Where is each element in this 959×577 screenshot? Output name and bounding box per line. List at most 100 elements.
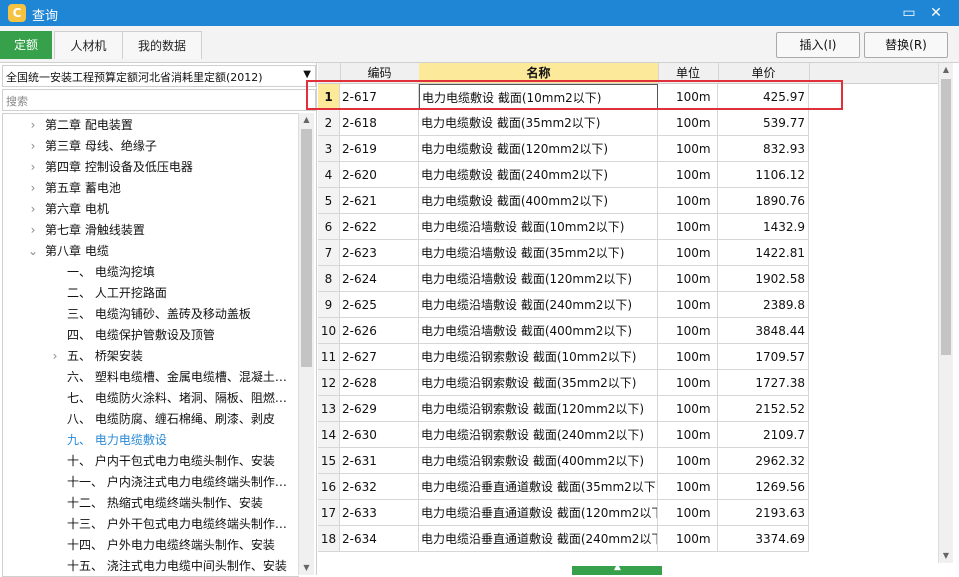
row-price: 1890.76 (718, 188, 809, 214)
tree-item[interactable]: 十五、 浇注式电力电缆中间头制作、安装 (3, 556, 297, 576)
row-index: 17 (318, 500, 340, 526)
row-index: 14 (318, 422, 340, 448)
tree-item[interactable]: › 第七章 滑触线装置 (3, 220, 297, 241)
row-index: 15 (318, 448, 340, 474)
tab-my-data[interactable]: 我的数据 (122, 31, 202, 59)
tree-item[interactable]: 九、 电力电缆敷设 (3, 430, 297, 451)
scroll-down-icon[interactable]: ▼ (299, 561, 314, 575)
table-row[interactable]: 12 2-628 电力电缆沿钢索敷设 截面(35mm2以下) 100m 1727.38 (318, 370, 809, 396)
tab-quota[interactable]: 定额 (0, 31, 52, 59)
row-code: 2-620 (340, 162, 419, 188)
table-row[interactable]: 3 2-619 电力电缆敷设 截面(120mm2以下) 100m 832.93 (318, 136, 809, 162)
chevron-right-icon[interactable]: › (27, 157, 39, 178)
table-row[interactable]: 8 2-624 电力电缆沿墙敷设 截面(120mm2以下) 100m 1902.58 (318, 266, 809, 292)
chevron-right-icon[interactable]: › (27, 178, 39, 199)
tree-item[interactable]: › 第六章 电机 (3, 199, 297, 220)
tree-item[interactable]: 七、 电缆防火涂料、堵洞、隔板、阻燃… (3, 388, 297, 409)
row-index: 3 (318, 136, 340, 162)
row-name: 电力电缆敷设 截面(35mm2以下) (419, 110, 658, 136)
row-name: 电力电缆沿墙敷设 截面(10mm2以下) (419, 214, 658, 240)
row-unit: 100m (658, 110, 718, 136)
chapter-tree: › 第二章 配电装置 › 第三章 母线、绝缘子 › 第四章 控制设备及低压电器 › 第五章 蓄… (2, 113, 299, 577)
chevron-right-icon[interactable]: › (27, 115, 39, 136)
row-unit: 100m (658, 370, 718, 396)
table-scrollbar[interactable]: ▲ ▼ (938, 63, 953, 563)
scroll-up-icon[interactable]: ▲ (299, 113, 314, 127)
table-row[interactable]: 13 2-629 电力电缆沿钢索敷设 截面(120mm2以下) 100m 2152.52 (318, 396, 809, 422)
tree-scrollbar[interactable]: ▲ ▼ (298, 113, 314, 575)
tree-item[interactable]: 六、 塑料电缆槽、金属电缆槽、混凝土… (3, 367, 297, 388)
bottom-toggle-handle[interactable]: ▲ (572, 562, 662, 575)
tree-scroll-thumb[interactable] (301, 129, 312, 367)
tree-item[interactable]: 十四、 户外电力电缆终端头制作、安装 (3, 535, 297, 556)
chevron-up-icon[interactable]: ▲ (614, 562, 621, 572)
tree-item-label: 十二、 热缩式电缆终端头制作、安装 (67, 496, 263, 510)
row-unit: 100m (658, 266, 718, 292)
row-index: 4 (318, 162, 340, 188)
insert-button[interactable]: 插入(I) (776, 32, 860, 58)
row-unit: 100m (658, 500, 718, 526)
tree-item[interactable]: 八、 电缆防腐、缠石棉绳、刷漆、剥皮 (3, 409, 297, 430)
row-code: 2-628 (340, 370, 419, 396)
tree-item[interactable]: 四、 电缆保护管敷设及顶管 (3, 325, 297, 346)
tree-item[interactable]: 三、 电缆沟铺砂、盖砖及移动盖板 (3, 304, 297, 325)
row-name: 电力电缆沿钢索敷设 截面(240mm2以下) (419, 422, 658, 448)
table-row[interactable]: 5 2-621 电力电缆敷设 截面(400mm2以下) 100m 1890.76 (318, 188, 809, 214)
table-row[interactable]: 14 2-630 电力电缆沿钢索敷设 截面(240mm2以下) 100m 2109.7 (318, 422, 809, 448)
tree-item[interactable]: › 第四章 控制设备及低压电器 (3, 157, 297, 178)
table-row[interactable]: 7 2-623 电力电缆沿墙敷设 截面(35mm2以下) 100m 1422.81 (318, 240, 809, 266)
table-row[interactable]: 17 2-633 电力电缆沿垂直通道敷设 截面(120mm2以下) 100m 2193.… (318, 500, 809, 526)
chevron-right-icon[interactable]: › (27, 220, 39, 241)
chevron-right-icon[interactable]: › (49, 346, 61, 367)
scroll-up-icon[interactable]: ▲ (939, 63, 953, 77)
table-row[interactable]: 16 2-632 电力电缆沿垂直通道敷设 截面(35mm2以下) 100m 1269.5… (318, 474, 809, 500)
tree-item[interactable]: 十三、 户外干包式电力电缆终端头制作… (3, 514, 297, 535)
minimize-icon[interactable]: ▭ (900, 4, 918, 22)
row-price: 3848.44 (718, 318, 809, 344)
tree-item[interactable]: 十二、 热缩式电缆终端头制作、安装 (3, 493, 297, 514)
table-row[interactable]: 15 2-631 电力电缆沿钢索敷设 截面(400mm2以下) 100m 2962.32 (318, 448, 809, 474)
chevron-right-icon[interactable]: › (27, 199, 39, 220)
chevron-down-icon[interactable]: ⌄ (27, 241, 39, 262)
table-scroll-thumb[interactable] (941, 79, 951, 355)
scroll-down-icon[interactable]: ▼ (939, 549, 953, 563)
quota-library-select[interactable]: 全国统一安装工程预算定额河北省消耗里定额(2012) ▼ (2, 65, 316, 87)
tree-item-label: 十三、 户外干包式电力电缆终端头制作… (67, 517, 287, 531)
tree-item-label: 第七章 滑触线装置 (45, 223, 145, 237)
tree-item[interactable]: › 五、 桥架安装 (3, 346, 297, 367)
row-price: 1727.38 (718, 370, 809, 396)
tab-materials[interactable]: 人材机 (54, 31, 123, 59)
tree-item-label: 五、 桥架安装 (67, 349, 143, 363)
row-name: 电力电缆沿垂直通道敷设 截面(35mm2以下) (419, 474, 658, 500)
close-icon[interactable]: ✕ (927, 4, 945, 22)
row-code: 2-627 (340, 344, 419, 370)
row-price: 2109.7 (718, 422, 809, 448)
row-name: 电力电缆沿钢索敷设 截面(35mm2以下) (419, 370, 658, 396)
tree-item[interactable]: 十、 户内干包式电力电缆头制作、安装 (3, 451, 297, 472)
tree-item-label: 四、 电缆保护管敷设及顶管 (67, 328, 215, 342)
tree-item[interactable]: › 第三章 母线、绝缘子 (3, 136, 297, 157)
tree-item[interactable]: ⌄ 第八章 电缆 (3, 241, 297, 262)
tree-item[interactable]: 二、 人工开挖路面 (3, 283, 297, 304)
table-row[interactable]: 18 2-634 电力电缆沿垂直通道敷设 截面(240mm2以下) 100m 3374.… (318, 526, 809, 552)
tree-item[interactable]: 一、 电缆沟挖填 (3, 262, 297, 283)
left-panel: 全国统一安装工程预算定额河北省消耗里定额(2012) ▼ 搜索 › 第二章 配电装… (0, 63, 317, 577)
chevron-right-icon[interactable]: › (27, 136, 39, 157)
tab-bar: 定额 人材机 我的数据 插入(I) 替换(R) (0, 26, 959, 63)
row-unit: 100m (658, 448, 718, 474)
table-row[interactable]: 11 2-627 电力电缆沿钢索敷设 截面(10mm2以下) 100m 1709.57 (318, 344, 809, 370)
table-row[interactable]: 4 2-620 电力电缆敷设 截面(240mm2以下) 100m 1106.12 (318, 162, 809, 188)
table-row[interactable]: 9 2-625 电力电缆沿墙敷设 截面(240mm2以下) 100m 2389.8 (318, 292, 809, 318)
table-row[interactable]: 10 2-626 电力电缆沿墙敷设 截面(400mm2以下) 100m 3848.44 (318, 318, 809, 344)
table-row[interactable]: 6 2-622 电力电缆沿墙敷设 截面(10mm2以下) 100m 1432.9 (318, 214, 809, 240)
row-index: 10 (318, 318, 340, 344)
chevron-down-icon[interactable]: ▼ (303, 69, 311, 80)
tree-item[interactable]: › 第二章 配电装置 (3, 115, 297, 136)
tree-item-label: 九、 电力电缆敷设 (67, 433, 167, 447)
tree-item[interactable]: › 第五章 蓄电池 (3, 178, 297, 199)
tree-item[interactable]: 十一、 户内浇注式电力电缆终端头制作… (3, 472, 297, 493)
search-input[interactable]: 搜索 (2, 89, 316, 111)
replace-button[interactable]: 替换(R) (864, 32, 948, 58)
table-row[interactable]: 2 2-618 电力电缆敷设 截面(35mm2以下) 100m 539.77 (318, 110, 809, 136)
row-unit: 100m (658, 188, 718, 214)
